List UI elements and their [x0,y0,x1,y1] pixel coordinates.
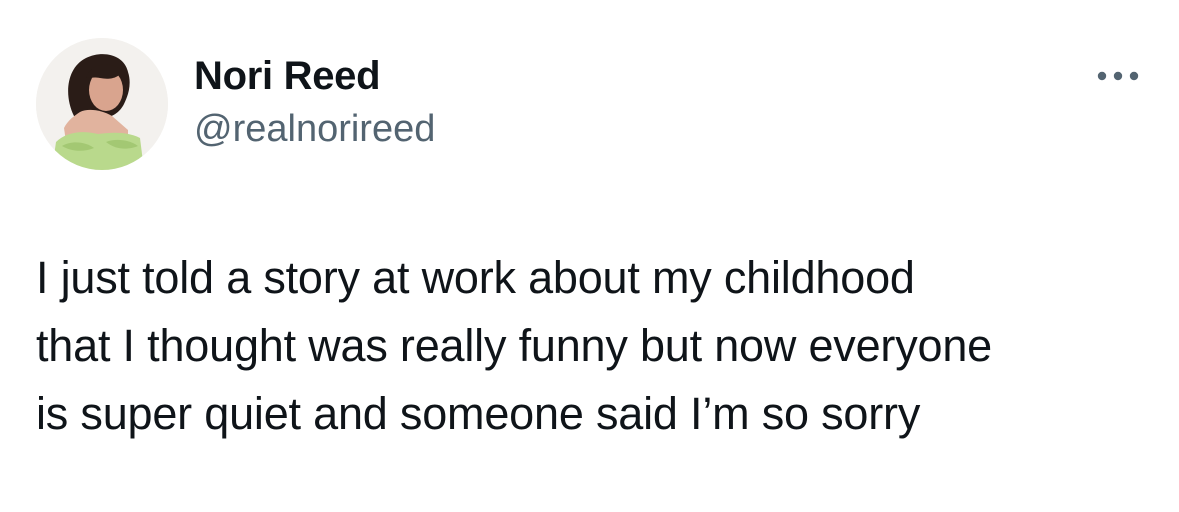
tweet-text-line: that I thought was really funny but now … [36,320,992,371]
tweet-text-line: I just told a story at work about my chi… [36,252,915,303]
profile-photo-icon [36,38,168,170]
more-horizontal-icon [1097,71,1139,81]
tweet-text: I just told a story at work about my chi… [36,244,1146,448]
tweet-card: Nori Reed @realnorireed I just told a st… [0,0,1179,512]
tweet-text-line: is super quiet and someone said I’m so s… [36,388,921,439]
more-options-button[interactable] [1088,60,1148,92]
author-handle[interactable]: @realnorireed [194,104,435,154]
author-display-name[interactable]: Nori Reed [194,50,381,102]
author-avatar[interactable] [36,38,168,170]
